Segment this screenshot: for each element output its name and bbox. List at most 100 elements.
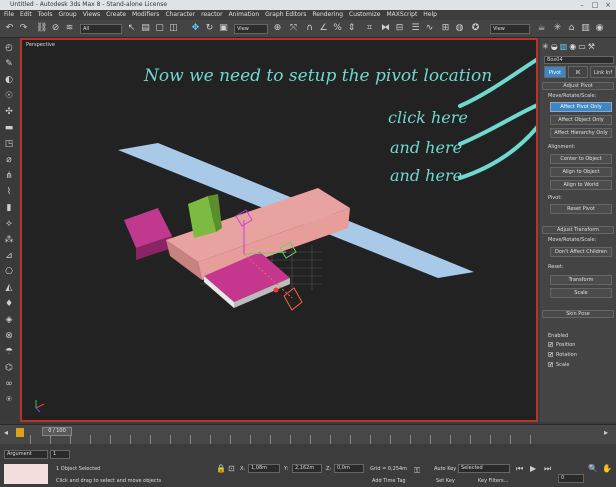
tool-11-icon[interactable]: ▮ — [3, 202, 15, 214]
menu-help[interactable]: Help — [423, 10, 437, 20]
percent-snap-icon[interactable]: % — [332, 23, 343, 34]
window-crossing-icon[interactable]: ◫ — [168, 23, 179, 34]
tool-2-icon[interactable]: ✎ — [3, 58, 15, 70]
affect-pivot-only-button[interactable]: Affect Pivot Only — [550, 102, 612, 112]
tool-9-icon[interactable]: ⋔ — [3, 170, 15, 182]
utilities-tab-icon[interactable]: ⚒ — [588, 42, 595, 54]
scale-icon[interactable]: ▣ — [218, 23, 229, 34]
select-object-icon[interactable]: ↖ — [126, 23, 137, 34]
menu-group[interactable]: Group — [58, 10, 76, 20]
tool-5-icon[interactable]: ✣ — [3, 106, 15, 118]
x-coordinate-field[interactable]: 1,08m — [248, 464, 280, 473]
menu-customize[interactable]: Customize — [349, 10, 381, 20]
absolute-mode-icon[interactable]: ⊡ — [228, 464, 235, 473]
menu-tools[interactable]: Tools — [38, 10, 53, 20]
tool-4-icon[interactable]: ☉ — [3, 90, 15, 102]
menu-graph-editors[interactable]: Graph Editors — [265, 10, 306, 20]
display-tab-icon[interactable]: ▭ — [578, 42, 586, 54]
unlink-icon[interactable]: ⊘ — [50, 23, 61, 34]
select-link-icon[interactable]: ⛓ — [36, 23, 47, 34]
align-to-world-button[interactable]: Align to World — [550, 180, 612, 190]
layer-manager-icon[interactable]: ☰ — [410, 23, 421, 34]
tool-22-icon[interactable]: ∞ — [3, 378, 15, 390]
tool-1-icon[interactable]: ◴ — [3, 42, 15, 54]
tab-ik[interactable]: IK — [568, 66, 588, 78]
motion-tab-icon[interactable]: ◉ — [569, 42, 576, 54]
rollout-adjust-transform[interactable]: Adjust Transform — [542, 226, 614, 234]
pan-icon[interactable]: ✋ — [602, 464, 612, 473]
menu-create[interactable]: Create — [106, 10, 126, 20]
tool-12-icon[interactable]: ⟡ — [3, 218, 15, 230]
create-panel-icon[interactable]: ✳ — [552, 23, 563, 34]
transform-button[interactable]: Transform — [550, 275, 612, 285]
key-filters-button[interactable]: Key Filters... — [478, 478, 508, 484]
listener-value-field[interactable]: 1 — [50, 450, 70, 459]
motion-panel-icon[interactable]: ◉ — [594, 23, 605, 34]
align-icon[interactable]: ⊟ — [394, 23, 405, 34]
go-to-start-icon[interactable]: ⏮ — [516, 464, 523, 474]
schematic-view-icon[interactable]: ⊞ — [440, 23, 451, 34]
key-selection-dropdown[interactable]: Selected — [458, 464, 510, 473]
spinner-snap-icon[interactable]: ⇕ — [346, 23, 357, 34]
lock-selection-icon[interactable]: 🔒 — [216, 464, 226, 473]
current-frame-field[interactable]: 0 — [558, 474, 584, 483]
menu-modifiers[interactable]: Modifiers — [132, 10, 159, 20]
tool-3-icon[interactable]: ◐ — [3, 74, 15, 86]
manipulate-icon[interactable]: ⤧ — [288, 23, 299, 34]
tool-15-icon[interactable]: ⎔ — [3, 266, 15, 278]
curve-editor-icon[interactable]: ∿ — [424, 23, 435, 34]
align-to-object-button[interactable]: Align to Object — [550, 167, 612, 177]
auto-key-button[interactable]: Auto Key — [434, 466, 456, 472]
tool-8-icon[interactable]: ⌀ — [3, 154, 15, 166]
minimize-icon[interactable]: – — [576, 0, 588, 10]
bind-space-warp-icon[interactable]: ≋ — [64, 23, 75, 34]
menu-rendering[interactable]: Rendering — [312, 10, 343, 20]
menu-views[interactable]: Views — [83, 10, 100, 20]
tool-16-icon[interactable]: ◭ — [3, 282, 15, 294]
tool-13-icon[interactable]: ⁂ — [3, 234, 15, 246]
hierarchy-tab-icon[interactable]: ▥ — [560, 42, 568, 54]
maxscript-listener-field[interactable]: Argument — [4, 450, 48, 459]
tool-10-icon[interactable]: ⌇ — [3, 186, 15, 198]
scene-canvas[interactable] — [22, 40, 536, 420]
play-icon[interactable]: ▶ — [530, 464, 536, 473]
mirror-icon[interactable]: ⧓ — [380, 23, 391, 34]
y-coordinate-field[interactable]: 2,162m — [292, 464, 322, 473]
select-by-name-icon[interactable]: ▤ — [140, 23, 151, 34]
maximize-icon[interactable]: □ — [589, 0, 601, 10]
scale-checkbox[interactable]: ✔ Scale — [548, 362, 569, 368]
key-icon[interactable]: ⚿ — [414, 466, 420, 476]
render-type-dropdown[interactable]: View — [490, 24, 530, 34]
hierarchy-panel-icon[interactable]: ▥ — [580, 23, 591, 34]
tool-21-icon[interactable]: ⌬ — [3, 362, 15, 374]
scale-button[interactable]: Scale — [550, 288, 612, 298]
tool-19-icon[interactable]: ⊗ — [3, 330, 15, 342]
rotation-checkbox[interactable]: ✔ Rotation — [548, 352, 577, 358]
tab-link-info[interactable]: Link Inf — [590, 66, 616, 78]
redo-icon[interactable]: ↷ — [18, 23, 29, 34]
tool-14-icon[interactable]: ⊿ — [3, 250, 15, 262]
named-selection-icon[interactable]: ⌗ — [364, 23, 375, 34]
listener-output[interactable] — [4, 464, 48, 484]
tool-7-icon[interactable]: ◳ — [3, 138, 15, 150]
add-time-tag[interactable]: Add Time Tag — [372, 478, 406, 484]
tab-pivot[interactable]: Pivot — [544, 66, 566, 78]
tool-6-icon[interactable]: ▬ — [3, 122, 15, 134]
object-name-field[interactable]: Box04 — [544, 56, 614, 64]
dont-affect-children-button[interactable]: Don't Affect Children — [550, 247, 612, 257]
affect-object-only-button[interactable]: Affect Object Only — [550, 115, 612, 125]
z-coordinate-field[interactable]: 0,0m — [334, 464, 364, 473]
affect-hierarchy-only-button[interactable]: Affect Hierarchy Only — [550, 128, 612, 138]
position-checkbox[interactable]: ✔ Position — [548, 342, 575, 348]
menu-maxscript[interactable]: MAXScript — [387, 10, 418, 20]
rollout-adjust-pivot[interactable]: Adjust Pivot — [542, 82, 614, 90]
quick-render-icon[interactable]: ☕ — [536, 23, 547, 34]
time-marker[interactable] — [16, 428, 24, 437]
center-to-object-button[interactable]: Center to Object — [550, 154, 612, 164]
render-scene-icon[interactable]: ✪ — [470, 23, 481, 34]
pivot-center-icon[interactable]: ⊕ — [272, 23, 283, 34]
tool-18-icon[interactable]: ◈ — [3, 314, 15, 326]
tool-23-icon[interactable]: ⍟ — [3, 394, 15, 406]
undo-icon[interactable]: ↶ — [4, 23, 15, 34]
set-key-button[interactable]: Set Key — [436, 478, 455, 484]
